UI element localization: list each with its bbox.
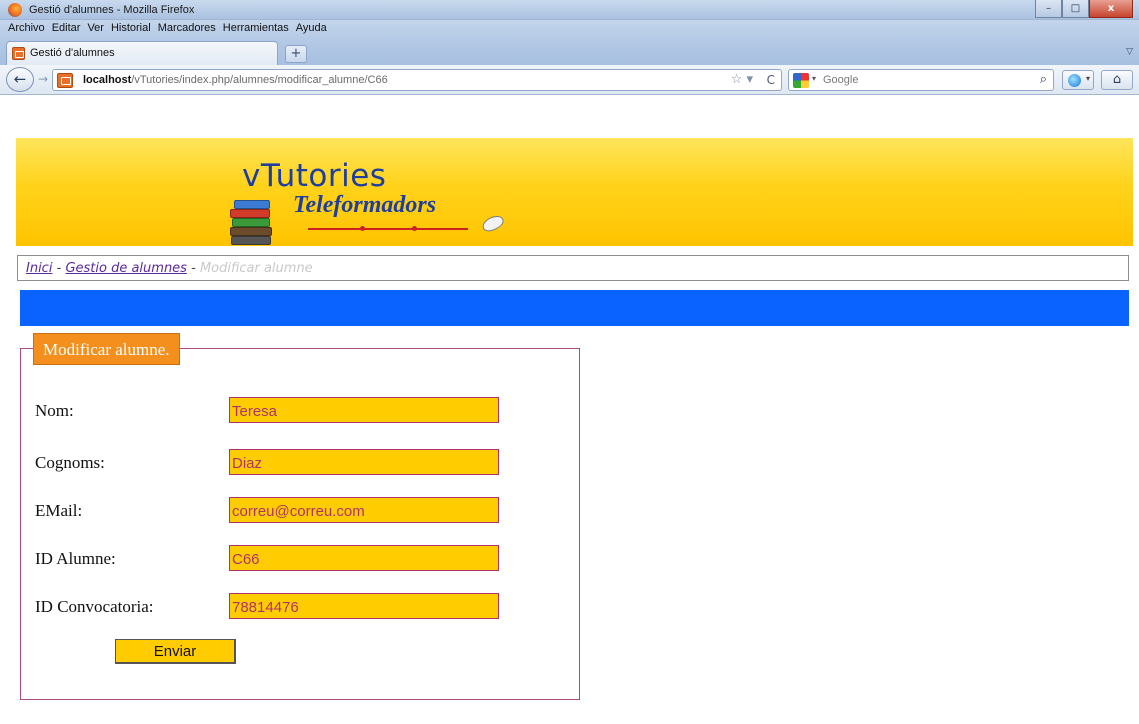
tab-label: Gestió d'alumnes bbox=[30, 47, 115, 59]
cognoms-field[interactable] bbox=[229, 449, 499, 475]
email-label: EMail: bbox=[35, 501, 83, 520]
home-button[interactable]: ⌂ bbox=[1101, 70, 1133, 90]
breadcrumb-separator: - bbox=[56, 261, 62, 276]
form-legend: Modificar alumne. bbox=[33, 333, 180, 365]
id-alumne-field[interactable] bbox=[229, 545, 499, 571]
tab-list-chevron-icon[interactable]: ▽ bbox=[1126, 47, 1133, 57]
menu-herramientas[interactable]: Herramientas bbox=[223, 22, 289, 34]
url-text[interactable]: localhost/vTutories/index.php/alumnes/mo… bbox=[83, 74, 388, 86]
id-convocatoria-field[interactable] bbox=[229, 593, 499, 619]
logo-subtitle: Teleformadors bbox=[293, 192, 437, 218]
search-input[interactable]: Google bbox=[823, 74, 858, 86]
tab-strip: Gestió d'alumnes + ▽ bbox=[0, 39, 1139, 65]
window-title: Gestió d'alumnes - Mozilla Firefox bbox=[29, 4, 195, 16]
breadcrumb-link-inici[interactable]: Inici bbox=[26, 261, 52, 276]
close-button[interactable]: x bbox=[1089, 0, 1133, 18]
site-header-banner: vTutories Teleformadors bbox=[16, 138, 1133, 246]
minimize-button[interactable]: – bbox=[1035, 0, 1062, 18]
address-bar[interactable]: localhost/vTutories/index.php/alumnes/mo… bbox=[52, 69, 782, 91]
reload-icon[interactable]: C bbox=[767, 73, 775, 87]
search-icon[interactable]: ⌕ bbox=[1040, 72, 1047, 87]
engine-dropdown-icon[interactable]: ▾ bbox=[812, 74, 816, 83]
menu-bar: Archivo Editar Ver Historial Marcadores … bbox=[0, 20, 1139, 39]
menu-archivo[interactable]: Archivo bbox=[8, 22, 45, 34]
breadcrumb-current: Modificar alumne bbox=[199, 261, 313, 276]
breadcrumb: Inici - Gestio de alumnes - Modificar al… bbox=[17, 255, 1129, 281]
menu-marcadores[interactable]: Marcadores bbox=[158, 22, 216, 34]
search-bar[interactable]: ▾ Google ⌕ bbox=[788, 69, 1054, 91]
google-engine-icon[interactable] bbox=[793, 73, 809, 88]
addon-globe-button[interactable] bbox=[1062, 70, 1094, 90]
email-field[interactable] bbox=[229, 497, 499, 523]
bookmark-star-icon[interactable]: ☆ ▾ bbox=[731, 72, 753, 87]
window-controls: – □ x bbox=[1035, 0, 1133, 18]
url-path: /vTutories/index.php/alumnes/modificar_a… bbox=[131, 74, 388, 86]
nom-label: Nom: bbox=[35, 401, 74, 420]
breadcrumb-separator: - bbox=[191, 261, 196, 276]
cognoms-label: Cognoms: bbox=[35, 453, 105, 472]
nom-field[interactable] bbox=[229, 397, 499, 423]
menu-historial[interactable]: Historial bbox=[111, 22, 151, 34]
id-convocatoria-label: ID Convocatoria: bbox=[35, 597, 154, 616]
maximize-button[interactable]: □ bbox=[1062, 0, 1089, 18]
tab-gestio-alumnes[interactable]: Gestió d'alumnes bbox=[6, 41, 278, 65]
site-identity-icon[interactable] bbox=[57, 73, 73, 88]
books-logo-icon bbox=[230, 200, 274, 245]
site-favicon-icon bbox=[12, 47, 25, 60]
new-tab-button[interactable]: + bbox=[285, 45, 307, 63]
menu-ver[interactable]: Ver bbox=[87, 22, 104, 34]
computer-mouse-icon bbox=[480, 212, 506, 235]
firefox-logo-icon bbox=[8, 3, 22, 17]
submit-button[interactable]: Enviar bbox=[115, 639, 236, 664]
logo-underline bbox=[308, 226, 468, 231]
id-alumne-label: ID Alumne: bbox=[35, 549, 116, 568]
breadcrumb-link-gestio[interactable]: Gestio de alumnes bbox=[65, 261, 187, 276]
back-button[interactable]: ← bbox=[6, 67, 34, 92]
navigation-bar bbox=[20, 290, 1129, 326]
menu-editar[interactable]: Editar bbox=[52, 22, 81, 34]
window-titlebar: Gestió d'alumnes - Mozilla Firefox – □ x bbox=[0, 0, 1139, 20]
menu-ayuda[interactable]: Ayuda bbox=[296, 22, 327, 34]
url-host: localhost bbox=[83, 74, 132, 86]
edit-student-form: Modificar alumne. Nom: Cognoms: EMail: I… bbox=[20, 333, 580, 700]
forward-button[interactable]: → bbox=[38, 72, 48, 86]
page-content: vTutories Teleformadors Inici - Gestio d… bbox=[0, 96, 1139, 724]
navigation-toolbar: ← → localhost/vTutories/index.php/alumne… bbox=[0, 65, 1139, 95]
logo-title: vTutories bbox=[242, 158, 387, 194]
